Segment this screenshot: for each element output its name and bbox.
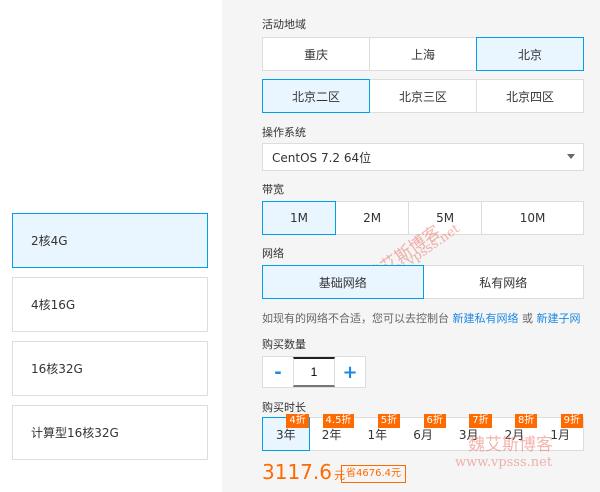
city-option-shanghai[interactable]: 上海 — [369, 37, 477, 71]
duration-text: 6月 — [413, 427, 433, 442]
duration-text: 2月 — [504, 427, 525, 442]
city-option-beijing[interactable]: 北京 — [476, 37, 584, 71]
network-option-classic[interactable]: 基础网络 — [262, 265, 424, 299]
quantity-stepper: - + — [262, 356, 366, 388]
city-selector: 重庆 上海 北京 — [262, 37, 584, 71]
network-option-vpc[interactable]: 私有网络 — [422, 265, 584, 299]
spec-option-2c4g[interactable]: 2核4G — [12, 213, 208, 268]
zone-option-beijing-4[interactable]: 北京四区 — [476, 79, 584, 113]
quantity-label: 购买数量 — [262, 338, 306, 351]
duration-text: 1月 — [550, 427, 570, 442]
duration-text: 1年 — [367, 427, 388, 442]
decrement-button[interactable]: - — [263, 357, 293, 387]
discount-badge: 8折 — [514, 414, 538, 428]
watermark-url: www.vpsss.net — [455, 455, 553, 470]
saving-badge: 省4676.4元 — [341, 465, 406, 483]
bandwidth-option-2m[interactable]: 2M — [335, 201, 410, 235]
bandwidth-option-10m[interactable]: 10M — [481, 201, 584, 235]
create-vpc-link[interactable]: 新建私有网络 — [453, 312, 519, 325]
quantity-input[interactable] — [293, 357, 335, 387]
duration-option-2y[interactable]: 2年 4.5折 — [309, 414, 355, 450]
zone-option-beijing-3[interactable]: 北京三区 — [369, 79, 477, 113]
spec-option-4c16g[interactable]: 4核16G — [12, 277, 208, 332]
bandwidth-selector: 1M 2M 5M 10M — [262, 201, 584, 235]
duration-option-3y[interactable]: 3年 4折 — [262, 414, 310, 451]
network-hint: 如现有的网络不合适，您可以去控制台 新建私有网络 或 新建子网 — [262, 310, 581, 326]
network-label: 网络 — [262, 247, 284, 260]
network-hint-text: 如现有的网络不合适，您可以去控制台 — [262, 312, 449, 325]
duration-text: 3年 — [276, 427, 296, 442]
increment-button[interactable]: + — [335, 357, 365, 387]
duration-option-1y[interactable]: 1年 5折 — [354, 414, 401, 450]
spec-option-16c32g[interactable]: 16核32G — [12, 341, 208, 396]
discount-badge: 5折 — [377, 414, 401, 428]
bandwidth-label: 带宽 — [262, 183, 284, 196]
spec-label: 16核32G — [31, 362, 83, 376]
create-subnet-link[interactable]: 新建子网 — [537, 312, 581, 325]
spec-label: 计算型16核32G — [31, 426, 119, 440]
os-select[interactable]: CentOS 7.2 64位 — [262, 143, 584, 171]
spec-label: 4核16G — [31, 298, 76, 312]
duration-text: 2年 — [321, 427, 342, 442]
discount-badge: 4折 — [286, 414, 309, 428]
spec-label: 2核4G — [31, 234, 68, 248]
discount-badge: 9折 — [560, 414, 584, 428]
region-label: 活动地域 — [262, 18, 306, 31]
duration-selector: 3年 4折 2年 4.5折 1年 5折 6月 6折 3月 7折 2月 8折 1月 9折 — [262, 414, 584, 451]
duration-option-1m[interactable]: 1月 9折 — [537, 414, 584, 450]
duration-label: 购买时长 — [262, 401, 306, 414]
chevron-down-icon — [567, 154, 575, 159]
zone-option-beijing-2[interactable]: 北京二区 — [262, 79, 370, 113]
network-hint-or: 或 — [522, 312, 533, 325]
city-option-chongqing[interactable]: 重庆 — [262, 37, 370, 71]
network-selector: 基础网络 私有网络 — [262, 265, 584, 299]
duration-text: 3月 — [458, 427, 479, 442]
zone-selector: 北京二区 北京三区 北京四区 — [262, 79, 584, 113]
spec-option-compute-16c32g[interactable]: 计算型16核32G — [12, 405, 208, 460]
discount-badge: 7折 — [469, 414, 492, 428]
bandwidth-option-1m[interactable]: 1M — [262, 201, 337, 235]
price-amount: 3117.6 — [262, 460, 332, 484]
duration-option-3m[interactable]: 3月 7折 — [446, 414, 492, 450]
discount-badge: 6折 — [423, 414, 446, 428]
duration-option-2m[interactable]: 2月 8折 — [492, 414, 538, 450]
os-label: 操作系统 — [262, 126, 306, 139]
duration-option-6m[interactable]: 6月 6折 — [400, 414, 446, 450]
bandwidth-option-5m[interactable]: 5M — [408, 201, 483, 235]
price-display: 3117.6 元 — [262, 460, 345, 484]
discount-badge: 4.5折 — [322, 414, 355, 428]
os-value: CentOS 7.2 64位 — [272, 150, 372, 165]
